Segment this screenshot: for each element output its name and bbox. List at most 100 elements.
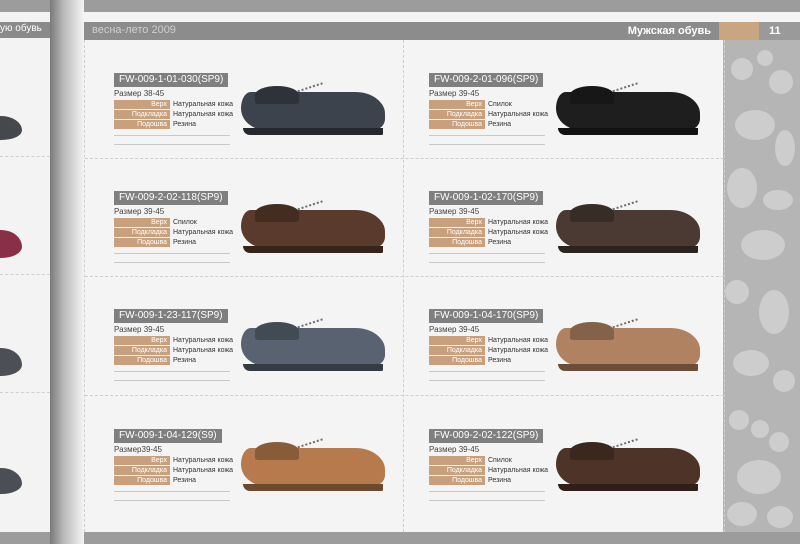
spec-value: Натуральная кожа — [173, 229, 234, 236]
product-code: FW-009-1-02-170(SP9) — [429, 191, 544, 205]
spec-value: Натуральная кожа — [173, 457, 234, 464]
shoe-image — [554, 78, 704, 138]
product-card[interactable]: FW-009-2-02-118(SP9) Размер 39-45 Верх Сп… — [114, 191, 404, 291]
product-card[interactable]: FW-009-1-01-030(SP9) Размер 38-45 Верх На… — [114, 73, 404, 173]
product-size: Размер 39-45 — [429, 207, 480, 216]
spec-label: Подкладка — [114, 466, 170, 475]
product-card[interactable]: FW-009-2-01-096(SP9) Размер 39-45 Верх Сп… — [429, 73, 719, 173]
spec-label: Верх — [114, 336, 170, 345]
left-page-divider — [0, 274, 50, 275]
product-card[interactable]: FW-009-1-04-129(S9) Размер39-45 Верх Нату… — [114, 429, 404, 529]
note-line — [114, 500, 230, 501]
spec-value: Натуральная кожа — [488, 219, 549, 226]
spec-value: Резина — [488, 121, 511, 128]
product-card[interactable]: FW-009-1-23-117(SP9) Размер 39-45 Верх На… — [114, 309, 404, 409]
spec-label: Подошва — [114, 120, 170, 129]
spec-value: Натуральная кожа — [173, 337, 234, 344]
shoe-image — [554, 196, 704, 256]
note-line — [114, 491, 230, 492]
note-line — [429, 380, 545, 381]
note-line — [429, 144, 545, 145]
left-page-edge: ую обувь — [0, 12, 50, 532]
product-card[interactable]: FW-009-1-04-170(SP9) Размер 39-45 Верх На… — [429, 309, 719, 409]
page-number-block: 11 — [759, 22, 800, 40]
product-size: Размер 39-45 — [114, 325, 165, 334]
product-size: Размер 39-45 — [429, 325, 480, 334]
spec-label: Верх — [429, 218, 485, 227]
shoe-image — [239, 434, 389, 494]
left-page-shoe-image — [0, 116, 22, 140]
section-title: Мужская обувь — [627, 25, 711, 37]
note-line — [429, 262, 545, 263]
product-code: FW-009-1-01-030(SP9) — [114, 73, 229, 87]
spec-value: Натуральная кожа — [173, 101, 234, 108]
left-page-header-label: ую обувь — [0, 23, 42, 34]
spec-label: Подкладка — [114, 110, 170, 119]
spec-label: Подкладка — [114, 346, 170, 355]
spec-value: Натуральная кожа — [488, 467, 549, 474]
left-page-shoe-image — [0, 230, 22, 258]
note-line — [429, 135, 545, 136]
note-line — [114, 371, 230, 372]
spec-label: Подошва — [114, 356, 170, 365]
spec-value: Спилок — [488, 101, 512, 108]
spec-value: Резина — [173, 477, 196, 484]
left-page-divider — [0, 156, 50, 157]
catalog-page: весна-лето 2009 Мужская обувь 11 FW-009-… — [84, 12, 800, 532]
note-line — [114, 253, 230, 254]
note-line — [429, 491, 545, 492]
product-code: FW-009-2-02-118(SP9) — [114, 191, 228, 205]
product-code: FW-009-1-23-117(SP9) — [114, 309, 228, 323]
note-line — [114, 380, 230, 381]
spec-label: Подкладка — [429, 110, 485, 119]
spec-label: Подошва — [114, 476, 170, 485]
spec-label: Подошва — [429, 238, 485, 247]
product-code: FW-009-1-04-170(SP9) — [429, 309, 544, 323]
spec-value: Резина — [488, 239, 511, 246]
spec-label: Подкладка — [429, 466, 485, 475]
spec-value: Натуральная кожа — [173, 467, 234, 474]
product-size: Размер39-45 — [114, 445, 162, 454]
product-size: Размер 39-45 — [114, 207, 165, 216]
spec-label: Верх — [114, 100, 170, 109]
spec-value: Натуральная кожа — [488, 111, 549, 118]
note-line — [114, 262, 230, 263]
spec-value: Резина — [488, 357, 511, 364]
left-page-divider — [0, 392, 50, 393]
spec-value: Натуральная кожа — [173, 347, 234, 354]
spec-value: Натуральная кожа — [488, 337, 549, 344]
spec-label: Верх — [114, 218, 170, 227]
shoe-image — [239, 196, 389, 256]
spec-label: Верх — [429, 100, 485, 109]
header-accent-block — [719, 22, 759, 40]
product-size: Размер 38-45 — [114, 89, 165, 98]
spec-label: Подошва — [114, 238, 170, 247]
product-size: Размер 39-45 — [429, 445, 480, 454]
left-page-shoe-image — [0, 348, 22, 376]
note-line — [429, 500, 545, 501]
season-bar: весна-лето 2009 — [84, 22, 314, 40]
decorative-pattern — [723, 40, 800, 532]
book-spine — [50, 0, 84, 544]
note-line — [114, 144, 230, 145]
shoe-image — [554, 434, 704, 494]
product-card[interactable]: FW-009-1-02-170(SP9) Размер 39-45 Верх На… — [429, 191, 719, 291]
spec-value: Резина — [173, 121, 196, 128]
product-size: Размер 39-45 — [429, 89, 480, 98]
spec-value: Натуральная кожа — [173, 111, 234, 118]
spec-label: Верх — [429, 456, 485, 465]
page-number: 11 — [769, 25, 781, 37]
product-card[interactable]: FW-009-2-02-122(SP9) Размер 39-45 Верх Сп… — [429, 429, 719, 529]
note-line — [114, 135, 230, 136]
shoe-image — [554, 314, 704, 374]
product-code: FW-009-2-02-122(SP9) — [429, 429, 544, 443]
spec-value: Резина — [488, 477, 511, 484]
product-code: FW-009-1-04-129(S9) — [114, 429, 222, 443]
section-bar: Мужская обувь — [314, 22, 719, 40]
spec-label: Подкладка — [114, 228, 170, 237]
spec-label: Подошва — [429, 120, 485, 129]
spec-label: Верх — [114, 456, 170, 465]
spec-value: Натуральная кожа — [488, 347, 549, 354]
spec-value: Спилок — [173, 219, 197, 226]
spec-label: Подошва — [429, 476, 485, 485]
